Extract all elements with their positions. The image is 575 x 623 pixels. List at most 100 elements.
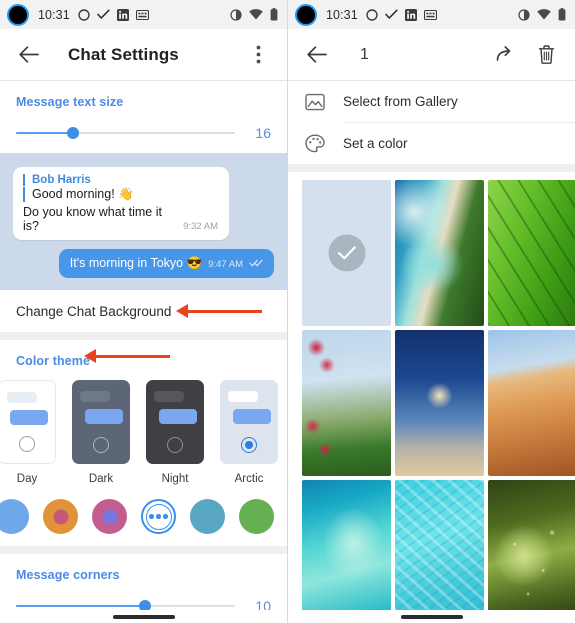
dot-icon xyxy=(149,514,154,519)
theme-option-dark[interactable]: Dark xyxy=(64,380,138,485)
checkmark-icon xyxy=(384,9,398,20)
incoming-message-line-1: Good morning! 👋 xyxy=(23,187,218,202)
theme-card-preview xyxy=(0,380,56,464)
change-chat-background-label: Change Chat Background xyxy=(16,303,172,319)
battery-icon xyxy=(270,8,278,21)
theme-preview-bar-bubble xyxy=(233,409,271,424)
theme-radio-selected[interactable] xyxy=(241,437,257,453)
tile-turquoise-water[interactable] xyxy=(395,480,484,623)
gallery-row xyxy=(288,330,575,480)
tile-eiffel-tower[interactable] xyxy=(302,330,391,476)
slider-fill xyxy=(16,132,73,134)
keyboard-icon xyxy=(135,9,149,20)
outgoing-message-time: 9:47 AM xyxy=(208,259,243,270)
change-chat-background-row[interactable]: Change Chat Background xyxy=(0,290,287,332)
keyboard-icon xyxy=(423,9,437,20)
system-nav-bar-right xyxy=(288,610,575,623)
option-select-from-gallery[interactable]: Select from Gallery xyxy=(288,81,575,122)
back-arrow-icon[interactable] xyxy=(14,40,44,70)
brightness-icon xyxy=(230,8,242,21)
dual-screen-container: 10:31 Chat Settings Message text size 16… xyxy=(0,0,575,623)
app-bar-chat-settings: Chat Settings xyxy=(0,29,287,81)
theme-card-preview xyxy=(146,380,204,464)
incoming-message-line-2-row: Do you know what time it is? 9:32 AM xyxy=(23,205,218,233)
swatch-blue[interactable] xyxy=(0,499,29,534)
message-text-size-section: Message text size 16 xyxy=(0,81,287,153)
slider-fill xyxy=(16,605,146,607)
palette-icon xyxy=(304,134,326,153)
dot-icon xyxy=(163,514,168,519)
nav-pill[interactable] xyxy=(400,614,463,619)
brightness-icon xyxy=(518,8,530,21)
share-arrow-icon[interactable] xyxy=(491,40,521,70)
section-divider-1 xyxy=(0,332,287,340)
theme-preview-bar-bubble xyxy=(10,410,48,425)
option-set-a-color[interactable]: Set a color xyxy=(288,123,575,164)
status-bar-left: 10:31 xyxy=(0,0,287,29)
theme-radio[interactable] xyxy=(93,437,109,453)
chat-preview: Bob Harris Good morning! 👋 Do you know w… xyxy=(0,153,287,290)
circle-outline-icon xyxy=(78,8,90,21)
circle-outline-icon xyxy=(366,8,378,21)
tile-lighthouse[interactable] xyxy=(395,330,484,476)
theme-preview-bar-bubble xyxy=(85,409,123,424)
theme-card-preview xyxy=(72,380,130,464)
swatch-more-options-button[interactable] xyxy=(141,499,176,534)
tile-sunlit-foliage[interactable] xyxy=(488,480,575,623)
page-title: Chat Settings xyxy=(68,44,179,64)
swatch-green[interactable] xyxy=(239,499,274,534)
checkmark-icon xyxy=(96,9,110,20)
theme-radio[interactable] xyxy=(19,436,35,452)
swatch-magenta[interactable] xyxy=(92,499,127,534)
theme-radio[interactable] xyxy=(167,437,183,453)
nav-pill[interactable] xyxy=(112,614,175,619)
swatch-inner xyxy=(53,509,68,524)
swatch-inner xyxy=(102,509,117,524)
theme-option-night[interactable]: Night xyxy=(138,380,212,485)
status-bar-clock: 10:31 xyxy=(38,7,70,22)
check-icon xyxy=(328,234,365,272)
slider-track[interactable] xyxy=(16,127,235,139)
theme-preview-bar-top xyxy=(154,391,184,402)
theme-preview-bar-top xyxy=(80,391,110,402)
option-label: Set a color xyxy=(343,136,408,151)
red-arrow-left-icon-background xyxy=(176,304,262,318)
double-check-icon xyxy=(249,259,263,271)
dot-icon xyxy=(156,514,161,519)
incoming-sender-name: Bob Harris xyxy=(23,174,218,186)
message-text-size-label: Message text size xyxy=(16,95,124,109)
system-nav-bar-left xyxy=(0,610,287,623)
avatar xyxy=(295,3,317,26)
color-theme-section: Color theme Day Dark Night Arctic xyxy=(0,340,287,546)
slider-track[interactable] xyxy=(16,600,235,612)
tile-sand-dune[interactable] xyxy=(488,330,575,476)
message-text-size-slider[interactable]: 16 xyxy=(16,125,271,141)
theme-name: Day xyxy=(16,473,38,485)
trash-icon[interactable] xyxy=(531,40,561,70)
theme-name: Dark xyxy=(88,473,114,485)
tile-selected-plain[interactable] xyxy=(302,180,391,326)
theme-preview-bar-bubble xyxy=(159,409,197,424)
theme-name: Night xyxy=(161,473,189,485)
more-vertical-icon[interactable] xyxy=(243,40,273,70)
tile-overwater-villas[interactable] xyxy=(302,480,391,623)
tile-coastline[interactable] xyxy=(395,180,484,326)
wifi-icon xyxy=(537,9,551,20)
back-arrow-icon[interactable] xyxy=(302,40,332,70)
tile-green-leaf[interactable] xyxy=(488,180,575,326)
outgoing-message-text: It's morning in Tokyo 😎 xyxy=(69,256,203,270)
app-bar-wallpaper-picker: 1 xyxy=(288,29,575,81)
slider-thumb[interactable] xyxy=(66,127,79,139)
theme-preview-bar-top xyxy=(228,391,258,402)
status-bar-right: 10:31 xyxy=(288,0,575,29)
theme-option-arctic[interactable]: Arctic xyxy=(212,380,286,485)
linkedin-icon xyxy=(116,8,129,21)
incoming-message-time: 9:32 AM xyxy=(183,221,218,232)
swatch-teal[interactable] xyxy=(190,499,225,534)
swatch-orange[interactable] xyxy=(43,499,78,534)
status-bar-clock: 10:31 xyxy=(326,7,358,22)
linkedin-icon xyxy=(404,8,417,21)
chat-settings-screen: 10:31 Chat Settings Message text size 16… xyxy=(0,0,287,623)
wallpaper-gallery xyxy=(288,172,575,623)
theme-option-day[interactable]: Day xyxy=(0,380,64,485)
